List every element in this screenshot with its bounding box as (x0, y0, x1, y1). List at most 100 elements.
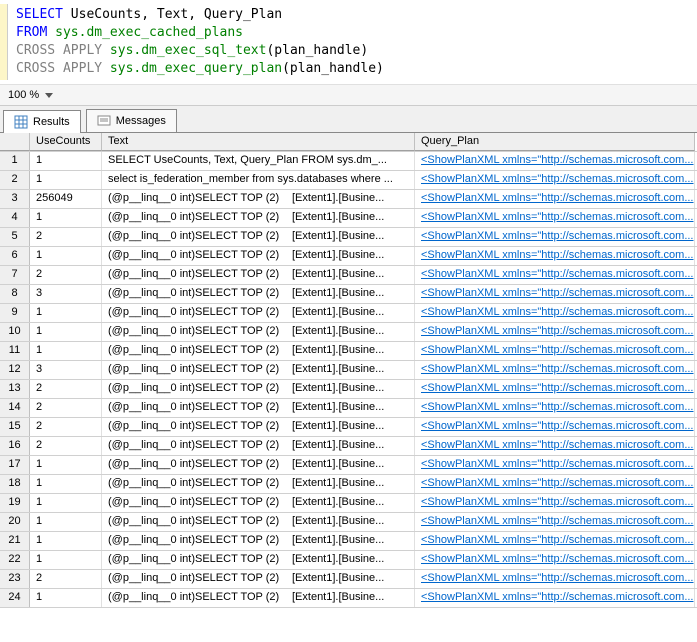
table-row[interactable]: 101(@p__linq__0 int)SELECT TOP (2)[Exten… (0, 323, 697, 342)
cell-usecounts[interactable]: 1 (30, 551, 102, 569)
cell-queryplan-link[interactable]: <ShowPlanXML xmlns="http://schemas.micro… (415, 228, 695, 246)
cell-queryplan-link[interactable]: <ShowPlanXML xmlns="http://schemas.micro… (415, 247, 695, 265)
cell-text[interactable]: (@p__linq__0 int)SELECT TOP (2)[Extent1]… (102, 494, 415, 512)
row-number[interactable]: 10 (0, 323, 30, 341)
row-number[interactable]: 4 (0, 209, 30, 227)
row-number[interactable]: 20 (0, 513, 30, 531)
cell-usecounts[interactable]: 1 (30, 475, 102, 493)
cell-queryplan-link[interactable]: <ShowPlanXML xmlns="http://schemas.micro… (415, 475, 695, 493)
cell-usecounts[interactable]: 2 (30, 228, 102, 246)
table-row[interactable]: 191(@p__linq__0 int)SELECT TOP (2)[Exten… (0, 494, 697, 513)
row-number[interactable]: 19 (0, 494, 30, 512)
cell-text[interactable]: (@p__linq__0 int)SELECT TOP (2)[Extent1]… (102, 380, 415, 398)
cell-text[interactable]: (@p__linq__0 int)SELECT TOP (2)[Extent1]… (102, 418, 415, 436)
cell-usecounts[interactable]: 1 (30, 304, 102, 322)
cell-usecounts[interactable]: 1 (30, 152, 102, 170)
row-number[interactable]: 23 (0, 570, 30, 588)
cell-text[interactable]: (@p__linq__0 int)SELECT TOP (2)[Extent1]… (102, 513, 415, 531)
table-row[interactable]: 221(@p__linq__0 int)SELECT TOP (2)[Exten… (0, 551, 697, 570)
row-number[interactable]: 2 (0, 171, 30, 189)
cell-usecounts[interactable]: 1 (30, 494, 102, 512)
cell-usecounts[interactable]: 2 (30, 266, 102, 284)
table-row[interactable]: 171(@p__linq__0 int)SELECT TOP (2)[Exten… (0, 456, 697, 475)
table-row[interactable]: 3256049(@p__linq__0 int)SELECT TOP (2)[E… (0, 190, 697, 209)
row-number[interactable]: 21 (0, 532, 30, 550)
cell-queryplan-link[interactable]: <ShowPlanXML xmlns="http://schemas.micro… (415, 171, 695, 189)
table-row[interactable]: 142(@p__linq__0 int)SELECT TOP (2)[Exten… (0, 399, 697, 418)
cell-usecounts[interactable]: 2 (30, 437, 102, 455)
cell-usecounts[interactable]: 1 (30, 171, 102, 189)
cell-queryplan-link[interactable]: <ShowPlanXML xmlns="http://schemas.micro… (415, 152, 695, 170)
cell-queryplan-link[interactable]: <ShowPlanXML xmlns="http://schemas.micro… (415, 361, 695, 379)
cell-text[interactable]: (@p__linq__0 int)SELECT TOP (2)[Extent1]… (102, 570, 415, 588)
row-number[interactable]: 6 (0, 247, 30, 265)
cell-text[interactable]: select is_federation_member from sys.dat… (102, 171, 415, 189)
cell-text[interactable]: (@p__linq__0 int)SELECT TOP (2)[Extent1]… (102, 342, 415, 360)
row-number[interactable]: 22 (0, 551, 30, 569)
cell-text[interactable]: (@p__linq__0 int)SELECT TOP (2)[Extent1]… (102, 361, 415, 379)
cell-queryplan-link[interactable]: <ShowPlanXML xmlns="http://schemas.micro… (415, 494, 695, 512)
cell-usecounts[interactable]: 1 (30, 209, 102, 227)
cell-text[interactable]: (@p__linq__0 int)SELECT TOP (2)[Extent1]… (102, 266, 415, 284)
header-rownum[interactable] (0, 133, 30, 151)
table-row[interactable]: 41(@p__linq__0 int)SELECT TOP (2)[Extent… (0, 209, 697, 228)
table-row[interactable]: 72(@p__linq__0 int)SELECT TOP (2)[Extent… (0, 266, 697, 285)
cell-queryplan-link[interactable]: <ShowPlanXML xmlns="http://schemas.micro… (415, 380, 695, 398)
table-row[interactable]: 83(@p__linq__0 int)SELECT TOP (2)[Extent… (0, 285, 697, 304)
header-text[interactable]: Text (102, 133, 415, 151)
cell-queryplan-link[interactable]: <ShowPlanXML xmlns="http://schemas.micro… (415, 513, 695, 531)
table-row[interactable]: 241(@p__linq__0 int)SELECT TOP (2)[Exten… (0, 589, 697, 608)
table-row[interactable]: 162(@p__linq__0 int)SELECT TOP (2)[Exten… (0, 437, 697, 456)
table-row[interactable]: 91(@p__linq__0 int)SELECT TOP (2)[Extent… (0, 304, 697, 323)
cell-queryplan-link[interactable]: <ShowPlanXML xmlns="http://schemas.micro… (415, 266, 695, 284)
row-number[interactable]: 14 (0, 399, 30, 417)
table-row[interactable]: 181(@p__linq__0 int)SELECT TOP (2)[Exten… (0, 475, 697, 494)
cell-usecounts[interactable]: 1 (30, 456, 102, 474)
table-row[interactable]: 61(@p__linq__0 int)SELECT TOP (2)[Extent… (0, 247, 697, 266)
cell-queryplan-link[interactable]: <ShowPlanXML xmlns="http://schemas.micro… (415, 551, 695, 569)
cell-usecounts[interactable]: 1 (30, 589, 102, 607)
cell-queryplan-link[interactable]: <ShowPlanXML xmlns="http://schemas.micro… (415, 532, 695, 550)
results-grid[interactable]: UseCounts Text Query_Plan 11SELECT UseCo… (0, 133, 697, 625)
cell-text[interactable]: (@p__linq__0 int)SELECT TOP (2)[Extent1]… (102, 532, 415, 550)
row-number[interactable]: 12 (0, 361, 30, 379)
cell-queryplan-link[interactable]: <ShowPlanXML xmlns="http://schemas.micro… (415, 589, 695, 607)
cell-text[interactable]: (@p__linq__0 int)SELECT TOP (2)[Extent1]… (102, 475, 415, 493)
tab-results[interactable]: Results (3, 110, 81, 133)
cell-usecounts[interactable]: 3 (30, 361, 102, 379)
header-queryplan[interactable]: Query_Plan (415, 133, 695, 151)
cell-text[interactable]: (@p__linq__0 int)SELECT TOP (2)[Extent1]… (102, 399, 415, 417)
row-number[interactable]: 9 (0, 304, 30, 322)
table-row[interactable]: 123(@p__linq__0 int)SELECT TOP (2)[Exten… (0, 361, 697, 380)
cell-text[interactable]: SELECT UseCounts, Text, Query_Plan FROM … (102, 152, 415, 170)
tab-messages[interactable]: Messages (86, 109, 177, 132)
cell-queryplan-link[interactable]: <ShowPlanXML xmlns="http://schemas.micro… (415, 285, 695, 303)
cell-text[interactable]: (@p__linq__0 int)SELECT TOP (2)[Extent1]… (102, 589, 415, 607)
row-number[interactable]: 16 (0, 437, 30, 455)
cell-text[interactable]: (@p__linq__0 int)SELECT TOP (2)[Extent1]… (102, 437, 415, 455)
cell-text[interactable]: (@p__linq__0 int)SELECT TOP (2)[Extent1]… (102, 228, 415, 246)
table-row[interactable]: 152(@p__linq__0 int)SELECT TOP (2)[Exten… (0, 418, 697, 437)
table-row[interactable]: 11SELECT UseCounts, Text, Query_Plan FRO… (0, 152, 697, 171)
row-number[interactable]: 17 (0, 456, 30, 474)
cell-usecounts[interactable]: 1 (30, 532, 102, 550)
sql-text[interactable]: SELECT UseCounts, Text, Query_Plan FROM … (8, 4, 392, 80)
row-number[interactable]: 24 (0, 589, 30, 607)
row-number[interactable]: 18 (0, 475, 30, 493)
cell-text[interactable]: (@p__linq__0 int)SELECT TOP (2)[Extent1]… (102, 304, 415, 322)
header-usecounts[interactable]: UseCounts (30, 133, 102, 151)
cell-queryplan-link[interactable]: <ShowPlanXML xmlns="http://schemas.micro… (415, 304, 695, 322)
cell-text[interactable]: (@p__linq__0 int)SELECT TOP (2)[Extent1]… (102, 323, 415, 341)
row-number[interactable]: 5 (0, 228, 30, 246)
table-row[interactable]: 52(@p__linq__0 int)SELECT TOP (2)[Extent… (0, 228, 697, 247)
row-number[interactable]: 3 (0, 190, 30, 208)
zoom-dropdown-icon[interactable] (45, 93, 53, 98)
row-number[interactable]: 15 (0, 418, 30, 436)
row-number[interactable]: 1 (0, 152, 30, 170)
cell-queryplan-link[interactable]: <ShowPlanXML xmlns="http://schemas.micro… (415, 456, 695, 474)
cell-queryplan-link[interactable]: <ShowPlanXML xmlns="http://schemas.micro… (415, 399, 695, 417)
table-row[interactable]: 232(@p__linq__0 int)SELECT TOP (2)[Exten… (0, 570, 697, 589)
row-number[interactable]: 13 (0, 380, 30, 398)
cell-usecounts[interactable]: 2 (30, 570, 102, 588)
cell-usecounts[interactable]: 2 (30, 380, 102, 398)
